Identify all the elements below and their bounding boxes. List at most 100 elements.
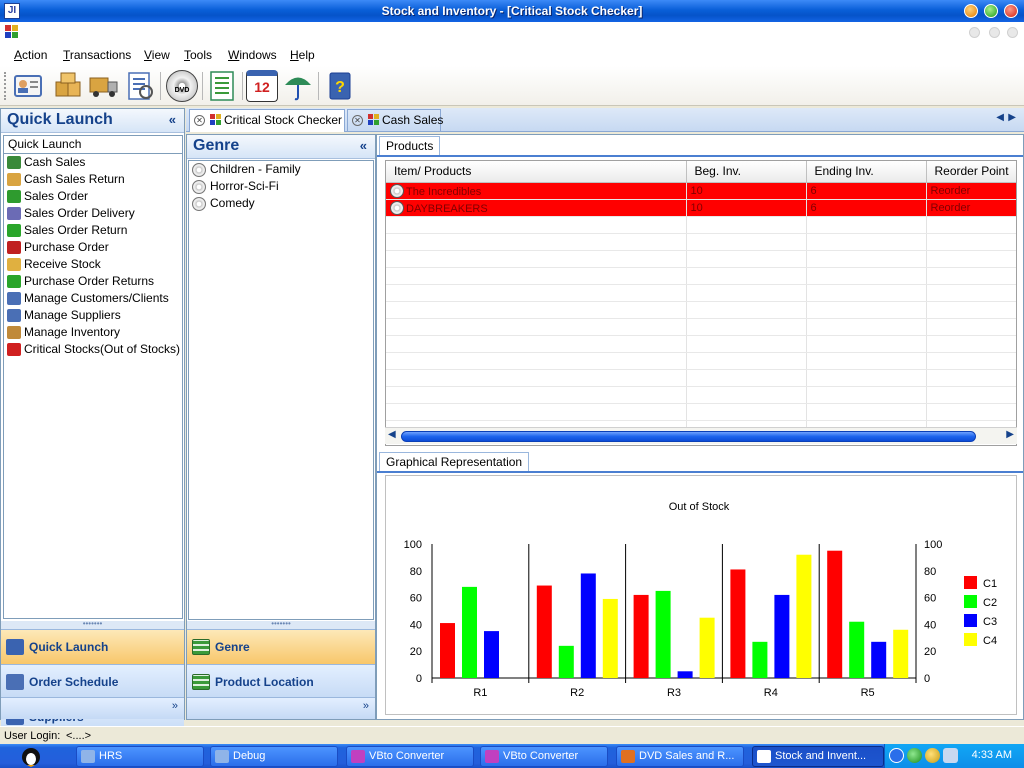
mdi-child-icon[interactable] bbox=[5, 25, 19, 39]
taskbar-button-dvd-sales-and-r[interactable]: DVD Sales and R... bbox=[616, 746, 744, 767]
status-bar: User Login: <....> bbox=[0, 726, 1024, 744]
mdi-minimize-button[interactable] bbox=[969, 27, 980, 38]
report-list-icon[interactable] bbox=[206, 70, 238, 102]
quick-launch-item-cash-sales[interactable]: Cash Sales bbox=[4, 154, 182, 171]
genre-item[interactable]: Horror-Sci-Fi bbox=[189, 178, 373, 195]
cash-sales-return-icon bbox=[7, 173, 21, 186]
column-header-beg-inv[interactable]: Beg. Inv. bbox=[686, 161, 807, 183]
start-button-icon[interactable] bbox=[18, 745, 44, 767]
tab-scroll-right-icon[interactable]: ▶ bbox=[1008, 112, 1016, 123]
dvd-disc-icon bbox=[192, 163, 206, 177]
menu-transactions[interactable]: Transactions bbox=[63, 48, 131, 62]
scrollbar-thumb[interactable] bbox=[401, 431, 976, 442]
quick-launch-item-critical-stocks-out-of-stocks[interactable]: Critical Stocks(Out of Stocks) bbox=[4, 341, 182, 358]
tab-cash-sales[interactable]: ✕ Cash Sales bbox=[347, 109, 443, 132]
column-header-reorder-point[interactable]: Reorder Point bbox=[926, 161, 1016, 183]
cell-ending-inv: 6 bbox=[806, 182, 927, 200]
bar-c4-r4 bbox=[796, 554, 812, 678]
taskbar-button-hrs[interactable]: HRS bbox=[76, 746, 204, 767]
manage-customers-clients-icon bbox=[7, 292, 21, 305]
quick-launch-item-cash-sales-return[interactable]: Cash Sales Return bbox=[4, 171, 182, 188]
quick-launch-item-sales-order-delivery[interactable]: Sales Order Delivery bbox=[4, 205, 182, 222]
scroll-left-icon[interactable]: ◀ bbox=[388, 429, 396, 440]
menu-view[interactable]: View bbox=[144, 48, 170, 62]
genre-item[interactable]: Children - Family bbox=[189, 161, 373, 178]
calendar-icon[interactable]: 12 bbox=[246, 70, 278, 102]
close-tab-icon[interactable]: ✕ bbox=[352, 115, 363, 126]
toolbar-grip[interactable] bbox=[4, 72, 6, 100]
nav-pane-footer[interactable]: » bbox=[187, 697, 375, 719]
quick-launch-item-manage-suppliers[interactable]: Manage Suppliers bbox=[4, 307, 182, 324]
quick-launch-item-receive-stock[interactable]: Receive Stock bbox=[4, 256, 182, 273]
empty-cell bbox=[806, 284, 927, 302]
tab-critical-stock-checker[interactable]: ✕ Critical Stock Checker bbox=[189, 109, 345, 132]
taskbar-button-debug[interactable]: Debug bbox=[210, 746, 338, 767]
nav-button-quick-launch[interactable]: Quick Launch bbox=[1, 629, 184, 664]
nav-pane-splitter[interactable]: ••••••• bbox=[1, 620, 184, 629]
tab-graphical-representation[interactable]: Graphical Representation bbox=[379, 452, 530, 471]
mdi-close-button[interactable] bbox=[1007, 27, 1018, 38]
nav-pane-footer[interactable]: » bbox=[1, 697, 184, 719]
umbrella-icon[interactable] bbox=[282, 70, 314, 102]
empty-cell bbox=[386, 352, 687, 370]
table-row[interactable]: DAYBREAKERS 10 6 Reorder bbox=[386, 199, 1016, 217]
quick-launch-item-manage-inventory[interactable]: Manage Inventory bbox=[4, 324, 182, 341]
taskbar-button-vbto-converter[interactable]: VBto Converter bbox=[480, 746, 608, 767]
horizontal-scrollbar[interactable]: ◀ ▶ bbox=[385, 427, 1017, 444]
network-globe-icon[interactable] bbox=[907, 748, 922, 763]
column-header-ending-inv[interactable]: Ending Inv. bbox=[806, 161, 927, 183]
boxes-icon[interactable] bbox=[52, 70, 84, 102]
empty-cell bbox=[386, 216, 687, 234]
quick-launch-item-sales-order-return[interactable]: Sales Order Return bbox=[4, 222, 182, 239]
menu-action[interactable]: Action bbox=[14, 48, 47, 62]
scroll-right-icon[interactable]: ▶ bbox=[1006, 429, 1014, 440]
tab-scroll-left-icon[interactable]: ◀ bbox=[996, 112, 1004, 123]
speaker-icon[interactable] bbox=[943, 748, 958, 763]
empty-cell bbox=[926, 352, 1016, 370]
empty-cell bbox=[386, 267, 687, 285]
taskbar-button-vbto-converter[interactable]: VBto Converter bbox=[346, 746, 474, 767]
window-title-bar[interactable]: JI Stock and Inventory - [Critical Stock… bbox=[0, 0, 1024, 22]
close-button[interactable] bbox=[1004, 4, 1018, 18]
maximize-button[interactable] bbox=[984, 4, 998, 18]
checklist-icon[interactable] bbox=[124, 70, 156, 102]
quick-launch-item-sales-order[interactable]: Sales Order bbox=[4, 188, 182, 205]
nav-pane-splitter[interactable]: ••••••• bbox=[187, 620, 375, 629]
nav-button-order-schedule[interactable]: Order Schedule bbox=[1, 664, 184, 699]
empty-row bbox=[386, 352, 1016, 370]
menu-help[interactable]: Help bbox=[290, 48, 315, 62]
more-buttons-icon[interactable]: » bbox=[363, 700, 369, 712]
table-row[interactable]: The Incredibles 10 6 Reorder bbox=[386, 182, 1016, 200]
delivery-truck-icon[interactable] bbox=[88, 70, 120, 102]
quick-launch-panel: Quick Launch « Quick Launch Cash Sales Ca… bbox=[0, 108, 185, 768]
quick-launch-item-purchase-order[interactable]: Purchase Order bbox=[4, 239, 182, 256]
customer-card-icon[interactable] bbox=[12, 70, 44, 102]
tab-products[interactable]: Products bbox=[379, 136, 441, 155]
collapse-panel-button[interactable]: « bbox=[169, 112, 176, 127]
dvd-icon[interactable]: DVD bbox=[166, 70, 198, 102]
collapse-panel-button[interactable]: « bbox=[360, 138, 367, 153]
genre-item[interactable]: Comedy bbox=[189, 195, 373, 212]
quick-launch-item-purchase-order-returns[interactable]: Purchase Order Returns bbox=[4, 273, 182, 290]
tab-label: Critical Stock Checker bbox=[224, 113, 343, 127]
close-tab-icon[interactable]: ✕ bbox=[194, 115, 205, 126]
mdi-restore-button[interactable] bbox=[989, 27, 1000, 38]
empty-cell bbox=[806, 386, 927, 404]
y-tick-label-right: 40 bbox=[924, 619, 936, 631]
column-header-item[interactable]: Item/ Products bbox=[386, 161, 687, 183]
nav-button-genre[interactable]: Genre bbox=[187, 629, 375, 664]
more-buttons-icon[interactable]: » bbox=[172, 700, 178, 712]
menu-windows[interactable]: Windows bbox=[228, 48, 277, 62]
quick-launch-icon bbox=[6, 639, 24, 655]
nav-button-label: Order Schedule bbox=[29, 675, 119, 689]
empty-cell bbox=[686, 403, 807, 421]
menu-tools[interactable]: Tools bbox=[184, 48, 212, 62]
products-grid[interactable]: Item/ Products Beg. Inv. Ending Inv. Reo… bbox=[385, 160, 1017, 446]
minimize-button[interactable] bbox=[964, 4, 978, 18]
back-arrow-icon[interactable] bbox=[889, 748, 904, 763]
users-icon[interactable] bbox=[925, 748, 940, 763]
quick-launch-item-manage-customers-clients[interactable]: Manage Customers/Clients bbox=[4, 290, 182, 307]
taskbar-button-stock-and-invent[interactable]: Stock and Invent... bbox=[752, 746, 884, 767]
nav-button-product-location[interactable]: Product Location bbox=[187, 664, 375, 699]
help-book-icon[interactable]: ? bbox=[324, 70, 356, 102]
